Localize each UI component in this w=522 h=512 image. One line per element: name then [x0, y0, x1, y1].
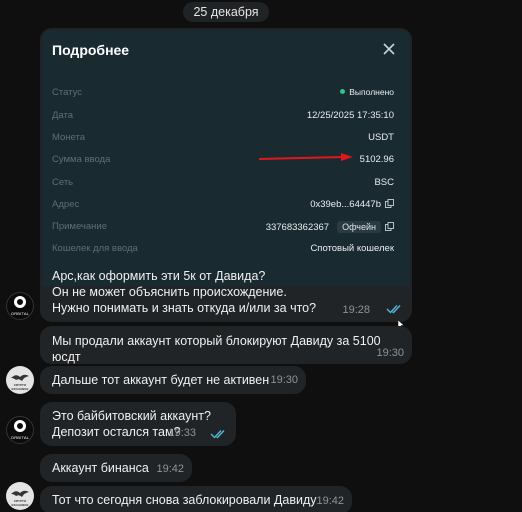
offchain-badge: Офчейн	[337, 221, 381, 233]
transaction-details-screenshot[interactable]: Подробнее Статус Выполнено Дата 12/25/20…	[42, 30, 410, 286]
message-text: Мы продали аккаунт который блокируют Дав…	[52, 334, 381, 364]
message-text: Арс,как оформить эти 5к от Давида? Он не…	[52, 269, 317, 315]
message-time: 19:33	[168, 427, 196, 439]
message-time: 19:28	[342, 304, 370, 316]
message-bubble[interactable]: Аккаунт бинанса 19:42	[40, 454, 192, 482]
detail-row-network: Сеть BSC	[52, 177, 394, 188]
read-ticks-icon	[386, 305, 401, 314]
message-time: 19:30	[270, 374, 298, 386]
avatar-crypto[interactable]: CRYPTO EXCHANGE	[6, 366, 34, 394]
avatar-orbital[interactable]: ORBITAL	[6, 292, 34, 320]
red-arrow-annotation	[258, 153, 353, 161]
message-text: Тот что сегодня снова заблокировали Дави…	[52, 493, 317, 507]
message-bubble[interactable]: Дальше тот аккаунт будет не активен 19:3…	[40, 366, 306, 394]
close-icon	[383, 43, 395, 55]
message-time: 19:42	[156, 463, 184, 475]
detail-row-status: Статус Выполнено	[52, 87, 394, 98]
detail-row-address: Адрес 0x39eb...64447b	[52, 199, 394, 215]
message-bubble-screenshot[interactable]: Подробнее Статус Выполнено Дата 12/25/20…	[40, 28, 412, 322]
date-separator: 25 декабря	[183, 2, 269, 22]
detail-row-wallet: Кошелек для ввода Спотовый кошелек	[52, 243, 394, 254]
message-time: 19:42	[316, 495, 344, 507]
message-bubble[interactable]: Мы продали аккаунт который блокируют Дав…	[40, 326, 412, 364]
read-ticks-icon	[210, 430, 225, 439]
detail-row-memo: Примечание 337683362367 Офчейн	[52, 221, 394, 237]
message-text: Аккаунт бинанса	[52, 461, 149, 475]
message-text: Дальше тот аккаунт будет не активен	[52, 373, 270, 387]
detail-row-coin: Монета USDT	[52, 132, 394, 143]
avatar-crypto[interactable]: CRYPTO EXCHANGE	[6, 482, 34, 510]
message-bubble[interactable]: Тот что сегодня снова заблокировали Дави…	[40, 486, 352, 512]
copy-icon	[385, 199, 394, 208]
message-time: 19:30	[376, 347, 404, 359]
status-dot-icon	[340, 89, 346, 94]
detail-row-date: Дата 12/25/2025 17:35:10	[52, 110, 394, 121]
bird-logo-icon	[11, 490, 29, 497]
avatar-orbital[interactable]: ORBITAL	[6, 416, 34, 444]
copy-icon	[385, 222, 394, 231]
message-bubble[interactable]: Это байбитовский аккаунт? Депозит осталс…	[40, 402, 236, 446]
details-title: Подробнее	[52, 42, 130, 58]
bird-logo-icon	[11, 374, 29, 381]
